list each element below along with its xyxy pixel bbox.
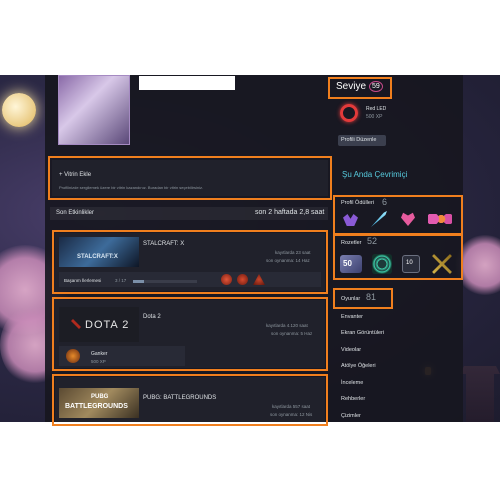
showcase-title[interactable]: + Vitrin Ekle (59, 172, 91, 178)
sidebar-link-videos[interactable]: Videolar (341, 347, 361, 353)
awards-label[interactable]: Profil Ödülleri (341, 200, 374, 206)
showcase-desc: Profilinizde sergilemek üzere bir vitrin… (59, 185, 204, 190)
moon-decoration (2, 93, 36, 127)
award-bubbles-icon[interactable] (428, 214, 452, 224)
achievement-progress-value: 3 / 17 (115, 278, 127, 283)
pubg-thumb-sub: PUBG (91, 394, 109, 400)
pubg-thumbnail[interactable]: PUBG BATTLEGROUNDS (59, 388, 139, 418)
stalcraft-thumb-text: STALCRAFT:X (77, 254, 118, 260)
pubg-thumb-text: BATTLEGROUNDS (65, 403, 128, 410)
pagoda-decoration (460, 366, 500, 422)
game-hours: kayıtlarda 23 saat (275, 250, 311, 255)
games-label[interactable]: Oyunlar (341, 296, 360, 302)
game-name[interactable]: PUBG: BATTLEGROUNDS (143, 395, 216, 401)
achievement-progress-label: Başarım İlerlemesi (64, 278, 102, 283)
game-hours: kayıtlarda 4.120 saat (266, 323, 308, 328)
stalcraft-thumbnail[interactable]: STALCRAFT:X (59, 237, 139, 267)
level-badge-icon[interactable]: 10 (402, 255, 420, 273)
sidebar-link-workshop[interactable]: Atölye Öğeleri (341, 363, 376, 369)
awards-count: 6 (382, 197, 388, 207)
dota-thumb-text: DOTA 2 (85, 319, 130, 331)
sidebar-link-reviews[interactable]: İnceleme (341, 380, 363, 386)
achievement-icon[interactable] (221, 274, 232, 285)
years-badge-text: 50 (343, 259, 352, 268)
dota-logo-icon (71, 319, 81, 329)
game-last-played: son oynanma: 14 Haz (266, 258, 310, 263)
badge-name: Red LED (366, 106, 387, 112)
level-badge-text: 10 (406, 260, 413, 266)
badge-xp: 500 XP (366, 114, 383, 120)
game-hours: kayıtlarda 557 saat (272, 404, 311, 409)
badges-label[interactable]: Rozetler (341, 240, 361, 246)
avatar[interactable] (58, 75, 130, 145)
dota-badge-xp: 500 XP (91, 359, 106, 364)
sidebar-link-screenshots[interactable]: Ekran Görüntüleri (341, 330, 384, 336)
game-last-played: son oynanma: 12 Nis (270, 412, 313, 417)
sidebar-link-guides[interactable]: Rehberler (341, 396, 365, 402)
game-name[interactable]: STALCRAFT: X (143, 241, 184, 247)
profile-name-redacted (139, 76, 235, 90)
level-label: Seviye (336, 81, 367, 92)
ganker-badge-icon[interactable] (66, 349, 80, 363)
achievement-progress-fill (133, 280, 145, 283)
recent-activity-title: Son Etkinlikler (56, 210, 95, 216)
years-badge-icon[interactable]: 50 (340, 255, 362, 273)
sidebar-link-artwork[interactable]: Çizimler (341, 413, 361, 419)
games-count: 81 (366, 292, 377, 302)
red-led-badge-icon[interactable] (340, 104, 358, 122)
sidebar-link-inventory[interactable]: Envanter (341, 314, 363, 320)
level-value: 59 (369, 81, 383, 92)
game-name[interactable]: Dota 2 (143, 314, 161, 320)
edit-profile-label: Profili Düzenle (341, 137, 377, 143)
knot-badge-icon[interactable] (372, 254, 392, 274)
achievement-icon[interactable] (237, 274, 248, 285)
dota-thumbnail[interactable]: DOTA 2 (59, 307, 139, 342)
showcase-panel[interactable] (52, 160, 328, 196)
online-status: Şu Anda Çevrimiçi (342, 170, 408, 179)
game-last-played: son oynanma: 5 Haz (271, 331, 313, 336)
dota-badge-name: Ganker (91, 351, 108, 357)
badges-count: 52 (367, 236, 378, 246)
recent-activity-summary: son 2 haftada 2,8 saat (255, 209, 325, 216)
